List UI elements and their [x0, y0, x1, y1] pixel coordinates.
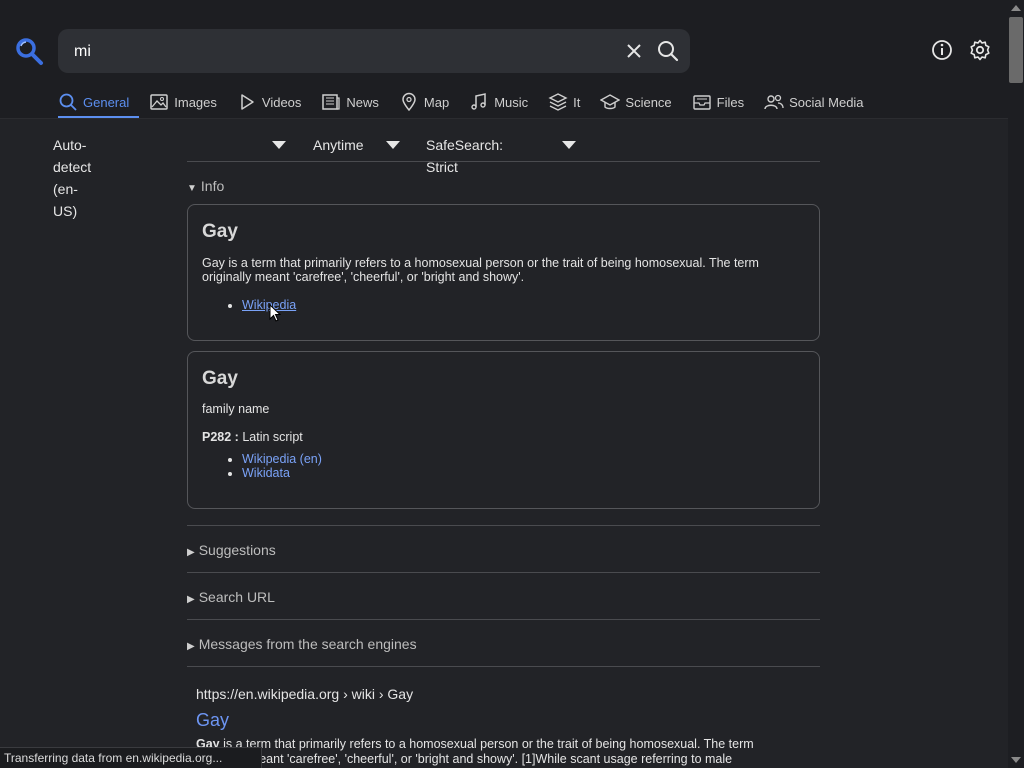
tab-label: Social Media — [789, 94, 864, 110]
infobox-title: Gay — [202, 221, 238, 242]
tab-label: Music — [494, 94, 529, 110]
people-icon — [764, 94, 784, 110]
suggestions-label: Suggestions — [198, 542, 276, 558]
tab-label: Videos — [261, 94, 302, 110]
info-section-label: Info — [200, 178, 225, 194]
divider — [187, 666, 820, 667]
result-title-link[interactable]: Gay — [196, 710, 229, 731]
tab-videos[interactable]: Videos — [237, 88, 312, 116]
search-icon[interactable] — [656, 39, 680, 63]
tab-general[interactable]: General — [58, 88, 140, 118]
info-section-toggle[interactable]: ▼ Info — [187, 178, 224, 194]
tab-news[interactable]: News — [321, 88, 389, 116]
wikidata-link[interactable]: Wikidata — [242, 466, 290, 480]
newspaper-icon — [322, 94, 341, 110]
tab-social-media[interactable]: Social Media — [764, 88, 873, 116]
search-url-label: Search URL — [198, 589, 275, 605]
inbox-icon — [692, 95, 711, 110]
infobox-description: Gay is a term that primarily refers to a… — [202, 256, 759, 284]
divider — [187, 572, 820, 573]
engine-messages-label: Messages from the search engines — [198, 636, 417, 652]
list-item: Wikidata — [242, 466, 322, 480]
tab-it[interactable]: It — [548, 88, 590, 116]
property-key: P282 : — [202, 430, 239, 444]
gear-icon[interactable] — [968, 38, 992, 62]
tab-label: Science — [625, 94, 672, 110]
header-bar: General Images Videos News Map Music It — [0, 0, 1008, 119]
infobox-property: P282 : Latin script — [202, 430, 802, 444]
map-pin-icon — [402, 92, 416, 112]
category-tabs: General Images Videos News Map Music It — [58, 88, 884, 118]
tab-science[interactable]: Science — [600, 88, 681, 116]
tab-label: Map — [423, 94, 450, 110]
infobox-subtitle: family name — [202, 402, 270, 416]
graduation-cap-icon — [600, 94, 621, 110]
tab-files[interactable]: Files — [692, 88, 754, 116]
info-icon[interactable] — [930, 38, 954, 62]
property-value: Latin script — [238, 430, 303, 444]
layers-icon — [548, 93, 568, 111]
image-icon — [150, 94, 168, 110]
close-icon[interactable] — [624, 41, 644, 61]
result-snippet: Gay is a term that primarily refers to a… — [196, 737, 796, 767]
scrollbar-thumb[interactable] — [1009, 17, 1023, 83]
tab-label: News — [346, 94, 379, 110]
search-url-toggle[interactable]: ▶ Search URL — [187, 589, 275, 605]
snippet-text: is a term that primarily refers to a hom… — [196, 737, 754, 766]
tab-label: Images — [174, 94, 217, 110]
divider — [187, 161, 820, 162]
tab-label: General — [83, 94, 130, 110]
engine-messages-toggle[interactable]: ▶ Messages from the search engines — [187, 636, 417, 652]
divider — [187, 525, 820, 526]
infobox-title: Gay — [202, 368, 238, 389]
search-box — [58, 29, 690, 75]
infobox-card: Gay Gay is a term that primarily refers … — [187, 204, 820, 341]
triangle-down-icon: ▼ — [187, 183, 197, 194]
scrollbar[interactable] — [1008, 0, 1024, 768]
scroll-down-arrow-icon[interactable] — [1011, 757, 1021, 763]
tab-music[interactable]: Music — [469, 88, 538, 116]
chevron-down-icon[interactable] — [272, 141, 286, 149]
infobox-card: Gay family name P282 : Latin script Wiki… — [187, 351, 820, 509]
suggestions-toggle[interactable]: ▶ Suggestions — [187, 542, 276, 558]
magnifier-logo-icon[interactable] — [14, 36, 44, 66]
chevron-down-icon[interactable] — [386, 141, 400, 149]
status-bar: Transferring data from en.wikipedia.org.… — [0, 747, 262, 768]
tab-label: It — [573, 94, 581, 110]
search-input[interactable] — [72, 29, 596, 75]
scroll-up-arrow-icon[interactable] — [1011, 5, 1021, 11]
triangle-right-icon: ▶ — [187, 641, 195, 652]
list-item: Wikipedia (en) — [242, 452, 322, 466]
time-range-select[interactable]: Anytime — [313, 134, 364, 156]
result-url[interactable]: https://en.wikipedia.org › wiki › Gay — [196, 686, 413, 702]
triangle-right-icon: ▶ — [187, 594, 195, 605]
search-icon — [59, 93, 77, 111]
tab-map[interactable]: Map — [399, 88, 459, 116]
chevron-down-icon[interactable] — [562, 141, 576, 149]
infobox-links: Wikipedia — [228, 298, 296, 312]
triangle-right-icon: ▶ — [187, 547, 195, 558]
play-icon — [241, 94, 254, 110]
language-select[interactable]: Auto-detect (en-US) — [53, 134, 91, 219]
safesearch-select[interactable]: SafeSearch: Strict — [426, 134, 503, 175]
divider — [187, 619, 820, 620]
tab-label: Files — [716, 94, 745, 110]
wikipedia-en-link[interactable]: Wikipedia (en) — [242, 452, 322, 466]
mouse-cursor-icon — [269, 304, 281, 322]
tab-images[interactable]: Images — [149, 88, 227, 116]
infobox-links: Wikipedia (en) Wikidata — [228, 452, 322, 480]
music-note-icon — [471, 93, 486, 110]
